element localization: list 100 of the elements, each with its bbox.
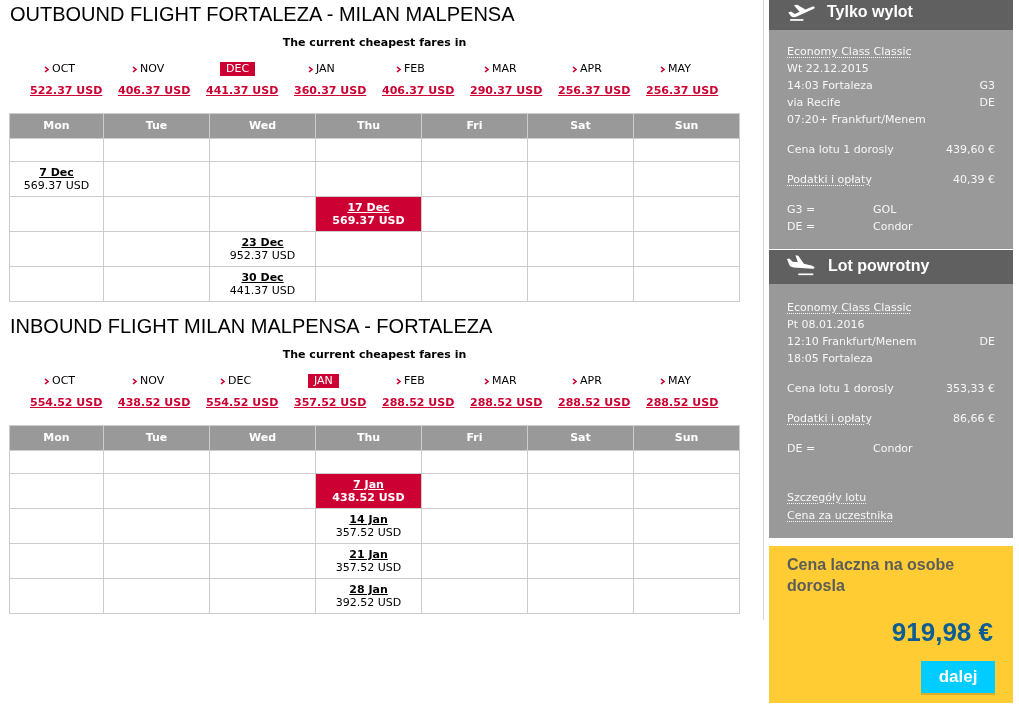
weekday-header: Sun xyxy=(633,425,740,451)
month-fare-link[interactable]: 288.52 USD xyxy=(646,396,719,410)
weekday-header: Fri xyxy=(421,425,528,451)
weekday-header: Sun xyxy=(633,113,740,139)
chevron-icon xyxy=(572,65,577,73)
flight-date: Wt 22.12.2015 xyxy=(787,60,870,77)
month-fare-link[interactable]: 522.37 USD xyxy=(30,84,103,98)
day-cell[interactable]: 21 Jan 357.52 USD xyxy=(315,543,422,579)
airline-code: DE xyxy=(979,94,995,111)
month-fare-link[interactable]: 406.37 USD xyxy=(382,84,455,98)
month-tab[interactable]: MAR xyxy=(484,62,517,76)
month-fare-link[interactable]: 256.37 USD xyxy=(558,84,631,98)
weekday-header: Tue xyxy=(103,425,210,451)
month-tab[interactable]: MAY xyxy=(660,374,691,388)
total-price: 919,98 € xyxy=(891,617,993,647)
chevron-icon xyxy=(132,65,137,73)
segment-info: via Recife xyxy=(787,94,841,111)
date-link[interactable]: 7 Dec xyxy=(39,166,74,179)
month-fare-link[interactable]: 357.52 USD xyxy=(294,396,367,410)
fare-price: 438.52 USD xyxy=(332,491,405,504)
date-link[interactable]: 7 Jan xyxy=(353,478,384,491)
section-title: OUTBOUND FLIGHT FORTALEZA - MILAN MALPENSA xyxy=(9,2,516,26)
airplane-landing-icon xyxy=(787,255,817,276)
chevron-icon xyxy=(396,65,401,73)
month-fare-link[interactable]: 438.52 USD xyxy=(118,396,191,410)
date-link[interactable]: 23 Dec xyxy=(241,236,284,249)
weekday-header: Thu xyxy=(315,113,422,139)
price-value: 439,60 € xyxy=(946,141,995,158)
month-fare-link[interactable]: 290.37 USD xyxy=(470,84,543,98)
month-fare-link[interactable]: 288.52 USD xyxy=(470,396,543,410)
month-tab[interactable]: DEC xyxy=(220,62,256,76)
date-link[interactable]: 14 Jan xyxy=(349,513,388,526)
month-tab[interactable]: MAY xyxy=(660,62,691,76)
month-fare-link[interactable]: 288.52 USD xyxy=(558,396,631,410)
day-cell[interactable]: 30 Dec 441.37 USD xyxy=(209,266,316,302)
chevron-icon xyxy=(660,65,665,73)
segment-info: 14:03 Fortaleza xyxy=(787,77,873,94)
chevron-icon xyxy=(220,377,225,385)
month-fare-link[interactable]: 256.37 USD xyxy=(646,84,719,98)
carrier-code: G3 = xyxy=(787,201,817,218)
month-tab[interactable]: JAN xyxy=(308,374,339,388)
segment-info: 12:10 Frankfurt/Menem xyxy=(787,333,917,350)
fare-price: 357.52 USD xyxy=(335,526,402,539)
month-fare-link[interactable]: 441.37 USD xyxy=(206,84,279,98)
price-label: Cena lotu 1 dorosly xyxy=(787,380,894,397)
day-cell[interactable]: 23 Dec 952.37 USD xyxy=(209,231,316,267)
weekday-header: Wed xyxy=(209,113,316,139)
month-tab[interactable]: DEC xyxy=(220,374,252,388)
month-tab[interactable]: MAR xyxy=(484,374,517,388)
month-tab[interactable]: OCT xyxy=(44,374,76,388)
taxes-value: 40,39 € xyxy=(953,171,995,188)
month-fare-link[interactable]: 360.37 USD xyxy=(294,84,367,98)
month-tab[interactable]: APR xyxy=(572,62,602,76)
date-link[interactable]: 28 Jan xyxy=(349,583,388,596)
month-fare-link[interactable]: 554.52 USD xyxy=(30,396,103,410)
chevron-icon xyxy=(572,377,577,385)
fare-price: 357.52 USD xyxy=(335,561,402,574)
month-tab[interactable]: APR xyxy=(572,374,602,388)
month-fare-link[interactable]: 406.37 USD xyxy=(118,84,191,98)
month-tab[interactable]: JAN xyxy=(308,62,335,76)
month-tab[interactable]: FEB xyxy=(396,62,425,76)
month-tab[interactable]: NOV xyxy=(132,62,165,76)
segment-info: 07:20+ Frankfurt/Menem xyxy=(787,111,926,128)
weekday-header: Mon xyxy=(9,425,104,451)
weekday-header: Sat xyxy=(527,425,634,451)
chevron-icon xyxy=(132,377,137,385)
month-fare-link[interactable]: 554.52 USD xyxy=(206,396,279,410)
date-link[interactable]: 30 Dec xyxy=(241,271,284,284)
fare-price: 441.37 USD xyxy=(229,284,296,297)
chevron-icon xyxy=(660,377,665,385)
fares-heading: The current cheapest fares in xyxy=(281,36,468,49)
date-link[interactable]: 21 Jan xyxy=(349,548,388,561)
day-cell[interactable]: 17 Dec 569.37 USD xyxy=(315,196,422,232)
weekday-header: Fri xyxy=(421,113,528,139)
date-link[interactable]: 17 Dec xyxy=(347,201,390,214)
carrier-code: DE = xyxy=(787,218,817,235)
carrier-code: DE = xyxy=(787,440,817,457)
chevron-icon xyxy=(484,377,489,385)
chevron-icon xyxy=(44,377,49,385)
month-tab[interactable]: FEB xyxy=(396,374,425,388)
segment-info: 18:05 Fortaleza xyxy=(787,350,873,367)
month-tab[interactable]: NOV xyxy=(132,374,165,388)
price-value: 353,33 € xyxy=(946,380,995,397)
day-cell[interactable]: 14 Jan 357.52 USD xyxy=(315,508,422,544)
chevron-icon xyxy=(308,65,313,73)
weekday-header: Wed xyxy=(209,425,316,451)
chevron-icon xyxy=(396,377,401,385)
month-tab[interactable]: OCT xyxy=(44,62,76,76)
panel-title: Tylko wylot xyxy=(827,1,913,22)
fare-price: 569.37 USD xyxy=(23,179,90,192)
airline-code: DE xyxy=(979,333,995,350)
carrier-name: Condor xyxy=(873,218,913,235)
day-cell[interactable]: 28 Jan 392.52 USD xyxy=(315,578,422,614)
flight-date: Pt 08.01.2016 xyxy=(787,316,866,333)
month-fare-link[interactable]: 288.52 USD xyxy=(382,396,455,410)
day-cell[interactable]: 7 Jan 438.52 USD xyxy=(315,473,422,509)
taxes-value: 86,66 € xyxy=(953,410,995,427)
fare-price: 952.37 USD xyxy=(229,249,296,262)
carrier-name: Condor xyxy=(873,440,913,457)
day-cell[interactable]: 7 Dec 569.37 USD xyxy=(9,161,104,197)
